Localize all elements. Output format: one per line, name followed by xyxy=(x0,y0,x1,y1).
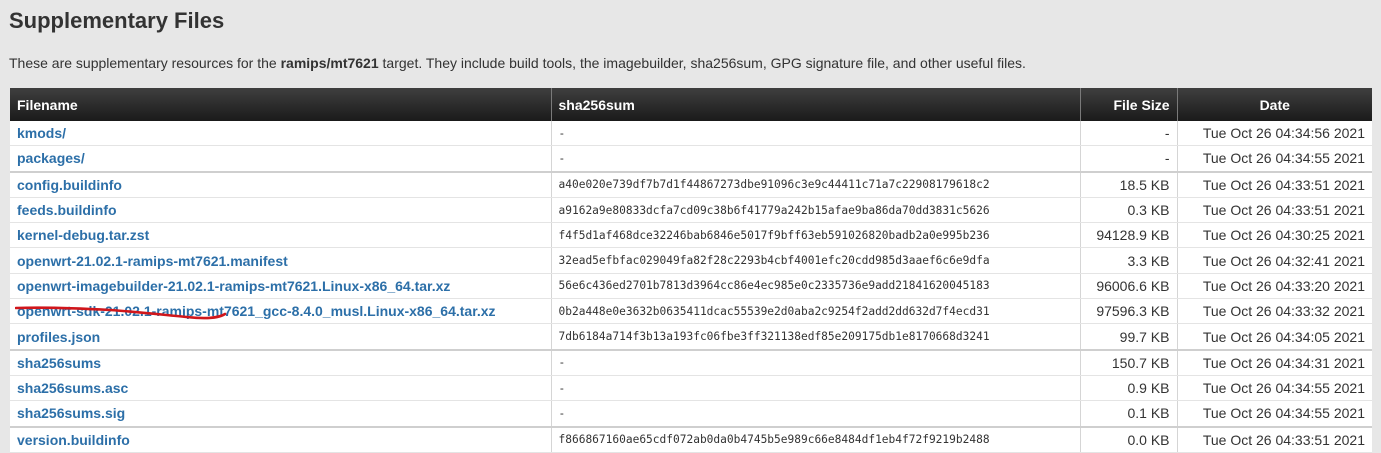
header-filename[interactable]: Filename xyxy=(10,88,552,121)
file-size-cell: 94128.9 KB xyxy=(1080,222,1178,249)
table-row: profiles.json 7db6184a714f3b13a193fc06fbe… xyxy=(10,323,1372,351)
table-row: sha256sums -150.7 KB Tue Oct 26 04:34:31 2… xyxy=(10,348,1372,376)
sha256-cell: 32ead5efbfac029049fa82f28c2293b4cbf4001e… xyxy=(551,247,1081,274)
sha256-cell: 56e6c436ed2701b7813d3964cc86e4ec985e0c23… xyxy=(551,273,1081,300)
filename-cell: profiles.json xyxy=(10,323,552,351)
file-size-cell: 0.3 KB xyxy=(1080,197,1178,224)
filename-cell: packages/ xyxy=(10,145,552,173)
date-cell: Tue Oct 26 04:30:25 2021 xyxy=(1177,222,1372,249)
table-row: kernel-debug.tar.zst f4f5d1af468dce32246b… xyxy=(10,222,1372,249)
intro-text: These are supplementary resources for th… xyxy=(9,55,1026,71)
filename-cell: sha256sums.asc xyxy=(10,375,552,402)
header-date[interactable]: Date xyxy=(1177,88,1372,121)
file-size-cell: - xyxy=(1080,121,1178,147)
file-size-cell: 3.3 KB xyxy=(1080,247,1178,274)
intro-target: ramips/mt7621 xyxy=(280,55,379,71)
sha256-cell: a9162a9e80833dcfa7cd09c38b6f41779a242b15… xyxy=(551,197,1081,224)
file-link[interactable]: sha256sums.asc xyxy=(17,380,128,396)
file-size-cell: 97596.3 KB xyxy=(1080,298,1178,325)
date-cell: Tue Oct 26 04:33:51 2021 xyxy=(1177,197,1372,224)
filename-cell: sha256sums.sig xyxy=(10,400,552,428)
file-size-cell: - xyxy=(1080,145,1178,173)
table-row: sha256sums.asc -0.9 KB Tue Oct 26 04:34:55… xyxy=(10,375,1372,402)
table-row: feeds.buildinfo a9162a9e80833dcfa7cd09c38… xyxy=(10,197,1372,224)
file-link[interactable]: packages/ xyxy=(17,150,85,166)
sha256-cell: - xyxy=(551,121,1081,147)
table-row: sha256sums.sig -0.1 KB Tue Oct 26 04:34:55… xyxy=(10,400,1372,428)
table-row: kmods/- - Tue Oct 26 04:34:56 2021 xyxy=(10,121,1372,147)
file-size-cell: 99.7 KB xyxy=(1080,323,1178,351)
table-body: kmods/- - Tue Oct 26 04:34:56 2021 packages… xyxy=(10,121,1372,453)
filename-cell: openwrt-sdk-21.02.1-ramips-mt7621_gcc-8.… xyxy=(10,298,552,325)
filename-cell: sha256sums xyxy=(10,348,552,376)
header-file-size[interactable]: File Size xyxy=(1080,88,1178,121)
file-link[interactable]: version.buildinfo xyxy=(17,432,130,448)
file-link[interactable]: openwrt-21.02.1-ramips-mt7621.manifest xyxy=(17,253,288,269)
sha256-cell: - xyxy=(551,145,1081,173)
header-sha256sum[interactable]: sha256sum xyxy=(551,88,1081,121)
date-cell: Tue Oct 26 04:34:05 2021 xyxy=(1177,323,1372,351)
file-size-cell: 96006.6 KB xyxy=(1080,273,1178,300)
filename-cell: kmods/ xyxy=(10,121,552,147)
date-cell: Tue Oct 26 04:34:55 2021 xyxy=(1177,375,1372,402)
date-cell: Tue Oct 26 04:33:51 2021 xyxy=(1177,170,1372,198)
date-cell: Tue Oct 26 04:34:55 2021 xyxy=(1177,145,1372,173)
file-link[interactable]: openwrt-sdk-21.02.1-ramips-mt7621_gcc-8.… xyxy=(17,303,496,319)
intro-after: target. They include build tools, the im… xyxy=(378,55,1026,71)
supplementary-files-table: Filename sha256sum File Size Date kmods/… xyxy=(10,88,1372,453)
date-cell: Tue Oct 26 04:34:31 2021 xyxy=(1177,348,1372,376)
date-cell: Tue Oct 26 04:32:41 2021 xyxy=(1177,247,1372,274)
file-link[interactable]: config.buildinfo xyxy=(17,177,122,193)
sha256-cell: f866867160ae65cdf072ab0da0b4745b5e989c66… xyxy=(551,425,1081,453)
date-cell: Tue Oct 26 04:33:51 2021 xyxy=(1177,425,1372,453)
sha256-cell: f4f5d1af468dce32246bab6846e5017f9bff63eb… xyxy=(551,222,1081,249)
file-size-cell: 0.1 KB xyxy=(1080,400,1178,428)
table-row: openwrt-imagebuilder-21.02.1-ramips-mt76… xyxy=(10,273,1372,300)
table-row: openwrt-21.02.1-ramips-mt7621.manifest 32… xyxy=(10,247,1372,274)
file-size-cell: 0.9 KB xyxy=(1080,375,1178,402)
filename-cell: feeds.buildinfo xyxy=(10,197,552,224)
filename-cell: config.buildinfo xyxy=(10,170,552,198)
file-link[interactable]: kernel-debug.tar.zst xyxy=(17,227,149,243)
date-cell: Tue Oct 26 04:33:32 2021 xyxy=(1177,298,1372,325)
file-link[interactable]: feeds.buildinfo xyxy=(17,202,117,218)
file-size-cell: 18.5 KB xyxy=(1080,170,1178,198)
date-cell: Tue Oct 26 04:34:56 2021 xyxy=(1177,121,1372,147)
filename-cell: kernel-debug.tar.zst xyxy=(10,222,552,249)
filename-cell: openwrt-21.02.1-ramips-mt7621.manifest xyxy=(10,247,552,274)
table-row: packages/- - Tue Oct 26 04:34:55 2021 xyxy=(10,145,1372,173)
sha256-cell: 0b2a448e0e3632b0635411dcac55539e2d0aba2c… xyxy=(551,298,1081,325)
file-link[interactable]: kmods/ xyxy=(17,125,66,141)
date-cell: Tue Oct 26 04:34:55 2021 xyxy=(1177,400,1372,428)
table-row: version.buildinfo f866867160ae65cdf072ab0… xyxy=(10,425,1372,453)
table-header-row: Filename sha256sum File Size Date xyxy=(10,88,1372,121)
file-size-cell: 0.0 KB xyxy=(1080,425,1178,453)
sha256-cell: 7db6184a714f3b13a193fc06fbe3ff321138edf8… xyxy=(551,323,1081,351)
sha256-cell: - xyxy=(551,348,1081,376)
date-cell: Tue Oct 26 04:33:20 2021 xyxy=(1177,273,1372,300)
sha256-cell: - xyxy=(551,400,1081,428)
sha256-cell: - xyxy=(551,375,1081,402)
file-link[interactable]: sha256sums.sig xyxy=(17,405,125,421)
filename-cell: openwrt-imagebuilder-21.02.1-ramips-mt76… xyxy=(10,273,552,300)
file-link[interactable]: sha256sums xyxy=(17,355,101,371)
file-link[interactable]: openwrt-imagebuilder-21.02.1-ramips-mt76… xyxy=(17,278,450,294)
filename-cell: version.buildinfo xyxy=(10,425,552,453)
table-row: config.buildinfo a40e020e739df7b7d1f44867… xyxy=(10,170,1372,198)
sha256-cell: a40e020e739df7b7d1f44867273dbe91096c3e9c… xyxy=(551,170,1081,198)
file-link[interactable]: profiles.json xyxy=(17,329,100,345)
intro-before: These are supplementary resources for th… xyxy=(9,55,281,71)
table-row: openwrt-sdk-21.02.1-ramips-mt7621_gcc-8.… xyxy=(10,298,1372,325)
file-size-cell: 150.7 KB xyxy=(1080,348,1178,376)
page-heading: Supplementary Files xyxy=(9,8,225,33)
